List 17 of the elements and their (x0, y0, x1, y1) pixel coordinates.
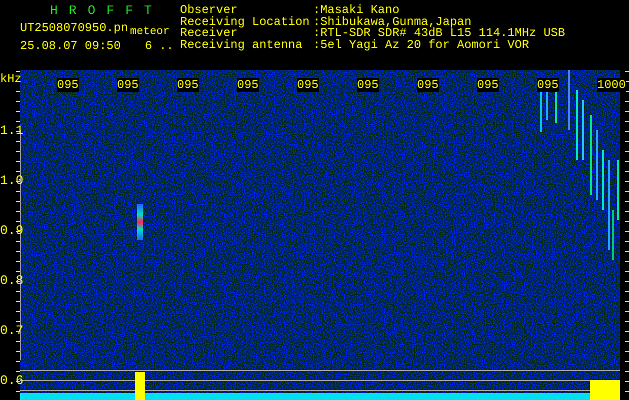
app-title: HROFFT (49, 4, 164, 18)
count-label: 6 .. (144, 38, 174, 54)
mode-label: meteor (130, 26, 170, 38)
field-label: Receiving antenna (180, 40, 304, 51)
axis-unit: kHz (0, 73, 22, 86)
field-value: :5el Yagi Az 20 for Aomori VOR (313, 40, 530, 51)
field-label: Receiver (180, 28, 238, 40)
time-axis-label: 1000 (597, 78, 626, 92)
y-axis-label: 0.6 (0, 373, 24, 388)
field-value: :Shibukawa,Gunma,Japan (313, 16, 472, 28)
field-value: :Masaki Kano (313, 5, 400, 16)
field-value: :RTL-SDR SDR# 43dB L15 114.1MHz USB (313, 28, 566, 40)
file-name: UT2508070950.pn (20, 20, 128, 36)
field-label: Receiving Location (180, 16, 311, 28)
timestamp: 25.08.07 09:50 (20, 38, 121, 54)
field-label: Observer (180, 5, 238, 16)
time-axis-label: 095 (537, 78, 559, 92)
